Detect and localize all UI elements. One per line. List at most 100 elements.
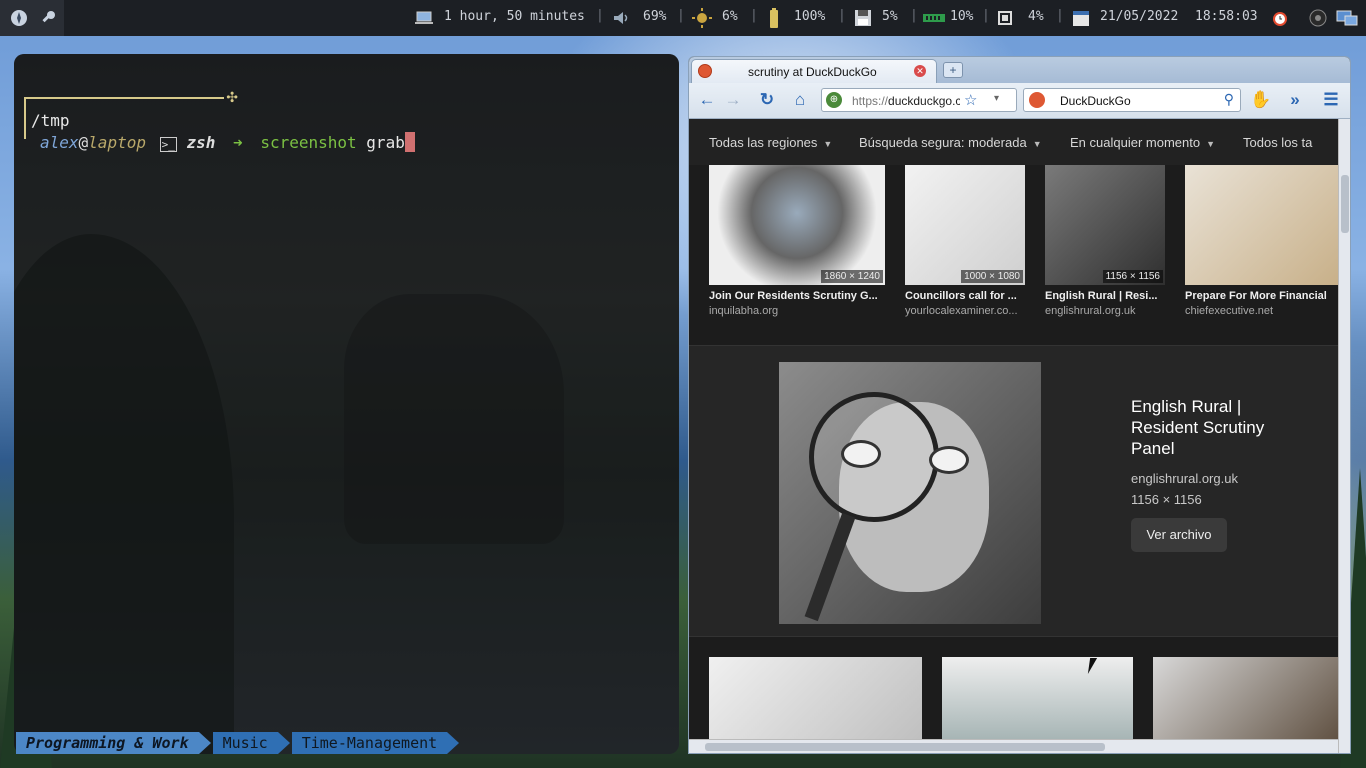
separator: | [677, 8, 685, 23]
command-binary: screenshot [260, 133, 357, 152]
terminal-overlay [14, 54, 679, 754]
new-tab-button[interactable]: + [943, 62, 963, 78]
scrollbar-thumb[interactable] [705, 743, 1105, 751]
browser-window[interactable]: scrutiny at DuckDuckGo ✕ + ← → ↻ ⌂ ⊕ htt… [688, 56, 1351, 754]
brightness-text: 6% [722, 9, 738, 24]
result-thumbnail[interactable]: 1000 × 1080 [905, 165, 1025, 285]
url-bar[interactable]: ⊕ https://duckduckgo.com/ ☆ ▾ [821, 88, 1017, 112]
site-identity-icon[interactable]: ⊕ [826, 92, 842, 108]
image-size-badge: 1156 × 1156 [1102, 270, 1163, 283]
url-text[interactable]: https://duckduckgo.com/ [852, 94, 960, 108]
top-status-bar: 1 hour, 50 minutes | 69% | 6% | 100% | 5… [0, 0, 1366, 36]
terminal-cursor [404, 132, 415, 152]
separator: | [910, 8, 918, 23]
knot-icon: ✣ [226, 89, 238, 105]
result-caption[interactable]: Join Our Residents Scrutiny G... inquila… [709, 290, 885, 317]
network-icon[interactable] [1306, 0, 1330, 36]
key-icon[interactable] [38, 0, 58, 36]
close-tab-icon[interactable]: ✕ [914, 65, 926, 77]
time-text: 18:58:03 [1195, 9, 1258, 24]
result-thumbnail[interactable] [1185, 165, 1338, 285]
search-engine-icon[interactable] [1029, 92, 1045, 108]
result-title: Join Our Residents Scrutiny G... [709, 290, 878, 302]
workspace-programming[interactable]: Programming & Work [16, 732, 211, 754]
result-title: Prepare For More Financial [1185, 290, 1327, 302]
battery-text: 100% [794, 9, 826, 24]
filter-region[interactable]: Todas las regiones ▼ [709, 135, 832, 150]
prompt-host: laptop [88, 133, 146, 152]
volume-text: 69% [643, 9, 667, 24]
magnifier-handle [804, 512, 856, 622]
prompt-line[interactable]: alex@laptop >_ zsh ➜ screenshot grab [40, 132, 415, 152]
view-file-button[interactable]: Ver archivo [1131, 518, 1227, 552]
alarm-icon[interactable] [1268, 0, 1292, 36]
workspace-music[interactable]: Music [212, 732, 290, 754]
prompt-user: alex [40, 133, 79, 152]
url-dropdown-icon[interactable]: ▾ [994, 93, 999, 104]
sun-icon [690, 0, 714, 36]
cpu-text: 4% [1028, 9, 1044, 24]
prompt-at: @ [78, 133, 89, 152]
cpu-icon [994, 0, 1016, 36]
result-source: yourlocalexaminer.co... [905, 305, 1018, 317]
image-size-badge: 1000 × 1080 [961, 270, 1023, 283]
detail-source[interactable]: englishrural.org.uk [1131, 471, 1238, 486]
ram-icon [922, 0, 946, 36]
prompt-arrow-icon: ➜ [233, 133, 243, 152]
page-content: Todas las regiones ▼ Búsqueda segura: mod… [689, 119, 1338, 753]
date-text: 21/05/2022 [1100, 9, 1179, 24]
result-thumbnail[interactable]: 1860 × 1240 [709, 165, 885, 285]
filter-time[interactable]: En cualquier momento ▼ [1070, 135, 1215, 150]
battery-icon [766, 0, 782, 36]
tab-bar: scrutiny at DuckDuckGo ✕ + [689, 57, 1350, 83]
block-icon[interactable]: ✋ [1249, 89, 1273, 111]
browser-tab[interactable]: scrutiny at DuckDuckGo ✕ [691, 59, 937, 83]
separator: | [1056, 8, 1064, 23]
calendar-icon[interactable] [1070, 0, 1092, 36]
detail-image[interactable] [779, 362, 1041, 624]
search-icon[interactable]: ⚲ [1224, 91, 1234, 108]
command-argument: grab [366, 133, 405, 152]
eye-shape [841, 440, 881, 468]
compass-icon[interactable] [8, 0, 30, 36]
image-size-badge: 1860 × 1240 [821, 270, 883, 283]
filter-safe-search[interactable]: Búsqueda segura: moderada ▼ [859, 135, 1042, 150]
workspace-bar: Programming & Work Music Time-Management [16, 732, 461, 754]
vertical-scrollbar[interactable] [1338, 119, 1350, 753]
menu-icon[interactable]: ☰ [1319, 89, 1343, 111]
search-engine-name: DuckDuckGo [1060, 94, 1131, 108]
display-icon[interactable] [1334, 0, 1360, 36]
result-source: inquilabha.org [709, 305, 779, 317]
tab-title: scrutiny at DuckDuckGo [748, 65, 877, 79]
terminal-window[interactable]: ✣ /tmp alex@laptop >_ zsh ➜ screenshot g… [14, 54, 679, 754]
floppy-icon [852, 0, 874, 36]
scrollbar-thumb[interactable] [1341, 175, 1349, 233]
prompt-shell: zsh [186, 133, 216, 152]
separator: | [596, 8, 604, 23]
result-source: chiefexecutive.net [1185, 305, 1274, 317]
prompt-cwd: /tmp [31, 111, 70, 130]
forward-arrow-icon[interactable]: → [721, 89, 745, 111]
search-bar[interactable]: DuckDuckGo ⚲ [1023, 88, 1241, 112]
separator: | [838, 8, 846, 23]
horizontal-scrollbar[interactable] [689, 739, 1338, 753]
filter-type[interactable]: Todos los ta [1243, 135, 1312, 150]
overflow-chevron-icon[interactable]: » [1283, 89, 1307, 111]
result-caption[interactable]: Prepare For More Financial chiefexecutiv… [1185, 290, 1338, 317]
bookmark-star-icon[interactable]: ☆ [964, 91, 977, 109]
result-caption[interactable]: English Rural | Resi... englishrural.org… [1045, 290, 1165, 317]
result-title: Councillors call for ... [905, 290, 1017, 302]
shell-icon: >_ [159, 137, 177, 152]
result-caption[interactable]: Councillors call for ... yourlocalexamin… [905, 290, 1025, 317]
speaker-icon[interactable] [610, 0, 632, 36]
reload-icon[interactable]: ↻ [755, 89, 779, 111]
separator: | [982, 8, 990, 23]
result-thumbnail[interactable]: 1156 × 1156 [1045, 165, 1165, 285]
detail-title[interactable]: English Rural | Resident Scrutiny Panel [1131, 396, 1301, 459]
memory-text: 10% [950, 9, 974, 24]
separator: | [750, 8, 758, 23]
workspace-time-management[interactable]: Time-Management [291, 732, 460, 754]
disk-text: 5% [882, 9, 898, 24]
back-arrow-icon[interactable]: ← [695, 89, 719, 111]
home-icon[interactable]: ⌂ [787, 89, 813, 111]
